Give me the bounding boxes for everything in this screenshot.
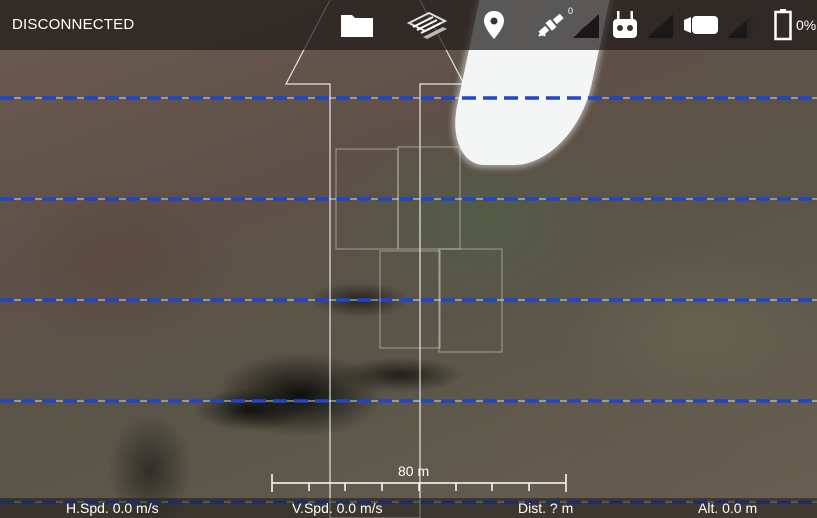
top-status-bar: DISCONNECTED 0 0% — [0, 0, 817, 50]
altitude: Alt. 0.0 m — [698, 500, 758, 516]
survey-grid-icon[interactable] — [402, 10, 452, 40]
distance: Dist. ? m — [518, 500, 574, 516]
aircraft-heading-arrow[interactable] — [285, 0, 465, 518]
camera-icon[interactable] — [682, 10, 720, 40]
location-pin-icon[interactable] — [480, 10, 508, 40]
gps-signal-icon — [570, 10, 602, 40]
map-overlay — [0, 0, 817, 518]
survey-flight-lines — [0, 96, 817, 504]
horizontal-speed: H.Spd. 0.0 m/s — [66, 500, 159, 516]
remote-controller-icon[interactable] — [610, 10, 640, 40]
drone-mission-screen: 80 m DISCONNECTED 0 0% H.Spd. 0.0 m/s V.… — [0, 0, 817, 518]
satellite-icon[interactable] — [535, 10, 567, 40]
video-signal-icon — [724, 10, 756, 40]
connection-status[interactable]: DISCONNECTED — [12, 16, 134, 33]
camera-footprints — [335, 146, 503, 353]
rc-signal-icon — [644, 10, 676, 40]
battery-percent: 0% — [796, 17, 817, 33]
map-scale-label: 80 m — [398, 463, 430, 479]
folder-icon[interactable] — [338, 10, 376, 40]
battery-icon[interactable] — [772, 9, 794, 41]
vertical-speed: V.Spd. 0.0 m/s — [292, 500, 383, 516]
